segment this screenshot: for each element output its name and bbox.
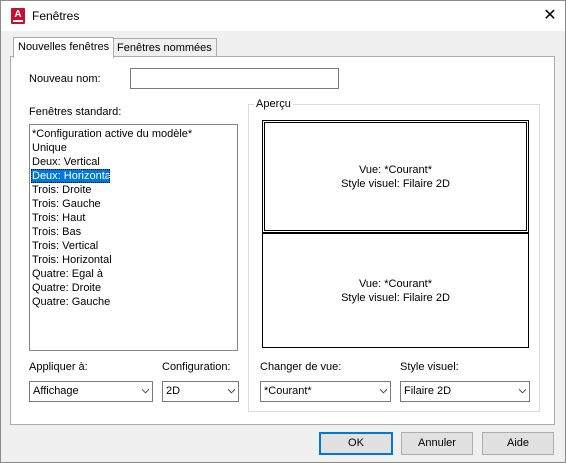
- list-item[interactable]: Trois: Haut: [31, 211, 237, 225]
- visual-style-select[interactable]: Filaire 2D: [400, 381, 530, 402]
- preview-viewport-top: Vue: *Courant* Style visuel: Filaire 2D: [262, 120, 529, 233]
- cancel-button[interactable]: Annuler: [401, 432, 473, 455]
- list-item[interactable]: Quatre: Gauche: [31, 295, 237, 309]
- list-item[interactable]: Trois: Horizontal: [31, 253, 237, 267]
- apply-to-value: Affichage: [33, 385, 79, 397]
- setup-value: 2D: [166, 385, 181, 397]
- list-item[interactable]: Trois: Gauche: [31, 197, 237, 211]
- help-button[interactable]: Aide: [482, 432, 554, 455]
- chevron-down-icon: [380, 389, 387, 394]
- list-item-selected[interactable]: Deux: Horizontal: [31, 169, 113, 183]
- preview-label: Aperçu: [254, 98, 293, 110]
- change-view-value: *Courant*: [264, 385, 312, 397]
- ok-button[interactable]: OK: [319, 432, 393, 455]
- list-item[interactable]: Trois: Droite: [31, 183, 237, 197]
- autocad-app-icon: A: [11, 8, 25, 24]
- preview-viewport-bottom: Vue: *Courant* Style visuel: Filaire 2D: [262, 233, 529, 348]
- preview-top-view: Vue: *Courant*: [359, 164, 432, 176]
- chevron-down-icon: [228, 389, 235, 394]
- list-item[interactable]: Deux: Vertical: [31, 155, 237, 169]
- setup-select[interactable]: 2D: [162, 381, 239, 402]
- preview-top-style: Style visuel: Filaire 2D: [341, 178, 450, 190]
- visual-style-value: Filaire 2D: [404, 385, 452, 397]
- tab-named-viewports[interactable]: Fenêtres nommées: [112, 38, 217, 57]
- title-bar[interactable]: A Fenêtres ✕: [1, 1, 565, 31]
- new-name-input[interactable]: [130, 68, 339, 89]
- visual-style-label: Style visuel:: [400, 361, 459, 373]
- setup-label: Configuration:: [162, 361, 231, 373]
- apply-to-label: Appliquer à:: [29, 361, 88, 373]
- dialog-title: Fenêtres: [32, 9, 80, 23]
- change-view-label: Changer de vue:: [260, 361, 342, 373]
- preview-bottom-style: Style visuel: Filaire 2D: [341, 292, 450, 304]
- list-item[interactable]: *Configuration active du modèle*: [31, 127, 237, 141]
- change-view-select[interactable]: *Courant*: [260, 381, 391, 402]
- list-item[interactable]: Trois: Vertical: [31, 239, 237, 253]
- list-item[interactable]: Quatre: Egal à: [31, 267, 237, 281]
- list-item[interactable]: Quatre: Droite: [31, 281, 237, 295]
- apply-to-select[interactable]: Affichage: [29, 381, 153, 402]
- new-name-label: Nouveau nom:: [29, 73, 101, 85]
- standard-viewports-list[interactable]: *Configuration active du modèle* Unique …: [29, 124, 238, 351]
- chevron-down-icon: [142, 389, 149, 394]
- list-item[interactable]: Unique: [31, 141, 237, 155]
- list-item[interactable]: Trois: Bas: [31, 225, 237, 239]
- tab-new-viewports-label: Nouvelles fenêtres: [18, 41, 110, 53]
- tab-new-viewports[interactable]: Nouvelles fenêtres: [13, 37, 115, 58]
- preview-bottom-view: Vue: *Courant*: [359, 278, 432, 290]
- close-icon[interactable]: ✕: [538, 4, 562, 28]
- chevron-down-icon: [519, 389, 526, 394]
- standard-viewports-label: Fenêtres standard:: [29, 106, 122, 118]
- tab-named-viewports-label: Fenêtres nommées: [117, 42, 212, 54]
